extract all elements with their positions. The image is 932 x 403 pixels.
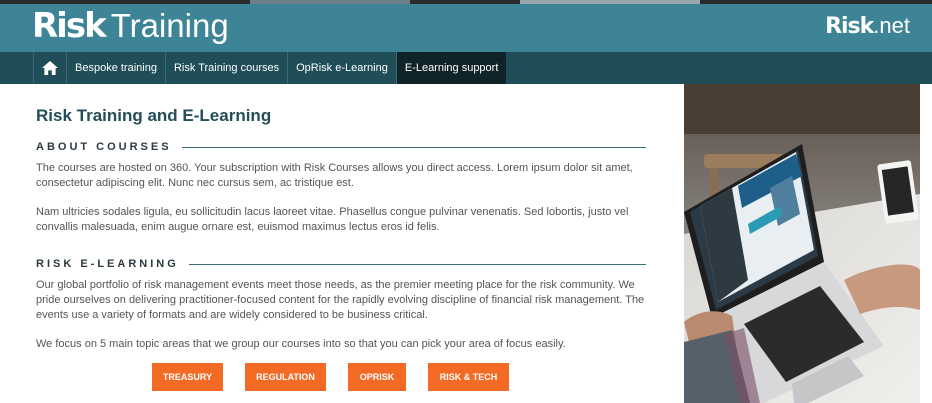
regulation-button[interactable]: REGULATION [245,363,326,391]
about-paragraph-2: Nam ultricies sodales ligula, eu sollici… [36,206,629,233]
nav-home[interactable] [33,52,66,84]
laptop-illustration [684,84,920,403]
elearning-paragraph-2: We focus on 5 main topic areas that we g… [36,338,566,350]
section-divider [188,263,646,265]
section-heading-text: ABOUT COURSES [36,141,172,153]
risk-elearning-heading: RISK E-LEARNING [36,258,646,270]
right-gutter [920,84,932,403]
laptop-photo [684,84,920,403]
page-title: Risk Training and E-Learning [36,106,272,125]
risknet-net-text: .net [873,13,910,38]
risk-and-tech-button[interactable]: RISK & TECH [428,363,509,391]
elearning-paragraph-1: Our global portfolio of risk management … [36,279,645,321]
section-heading-text: RISK E-LEARNING [36,258,179,270]
nav-item-oprisk-elearning[interactable]: OpRisk e-Learning [287,52,396,84]
section-divider [181,146,646,148]
main-nav: Bespoke training Risk Training courses O… [0,52,932,84]
about-paragraph-1: The courses are hosted on 360. Your subs… [36,162,633,189]
nav-item-elearning-support[interactable]: E-Learning support [395,52,507,84]
nav-item-risk-training-courses[interactable]: Risk Training courses [164,52,287,84]
topic-buttons: TREASURY REGULATION OPRISK RISK & TECH [152,363,531,391]
risk-training-logo[interactable]: Risk Training [32,6,229,46]
about-courses-heading: ABOUT COURSES [36,141,646,153]
logo-risk-text: Risk [32,6,107,46]
risknet-logo[interactable]: Risk .net [825,13,910,39]
nav-item-bespoke-training[interactable]: Bespoke training [66,52,165,84]
main-content: Risk Training and E-Learning ABOUT COURS… [36,84,648,403]
header-top-strip [0,0,932,4]
treasury-button[interactable]: TREASURY [152,363,223,391]
risknet-risk-text: Risk [825,14,874,39]
site-header: Risk Training Risk .net [0,0,932,52]
home-icon [42,61,58,75]
header-strip-shape [520,0,700,4]
logo-training-text: Training [110,7,229,44]
header-strip-shape [250,0,410,4]
oprisk-button[interactable]: OPRISK [348,363,406,391]
nav-items: Bespoke training Risk Training courses O… [33,52,507,84]
